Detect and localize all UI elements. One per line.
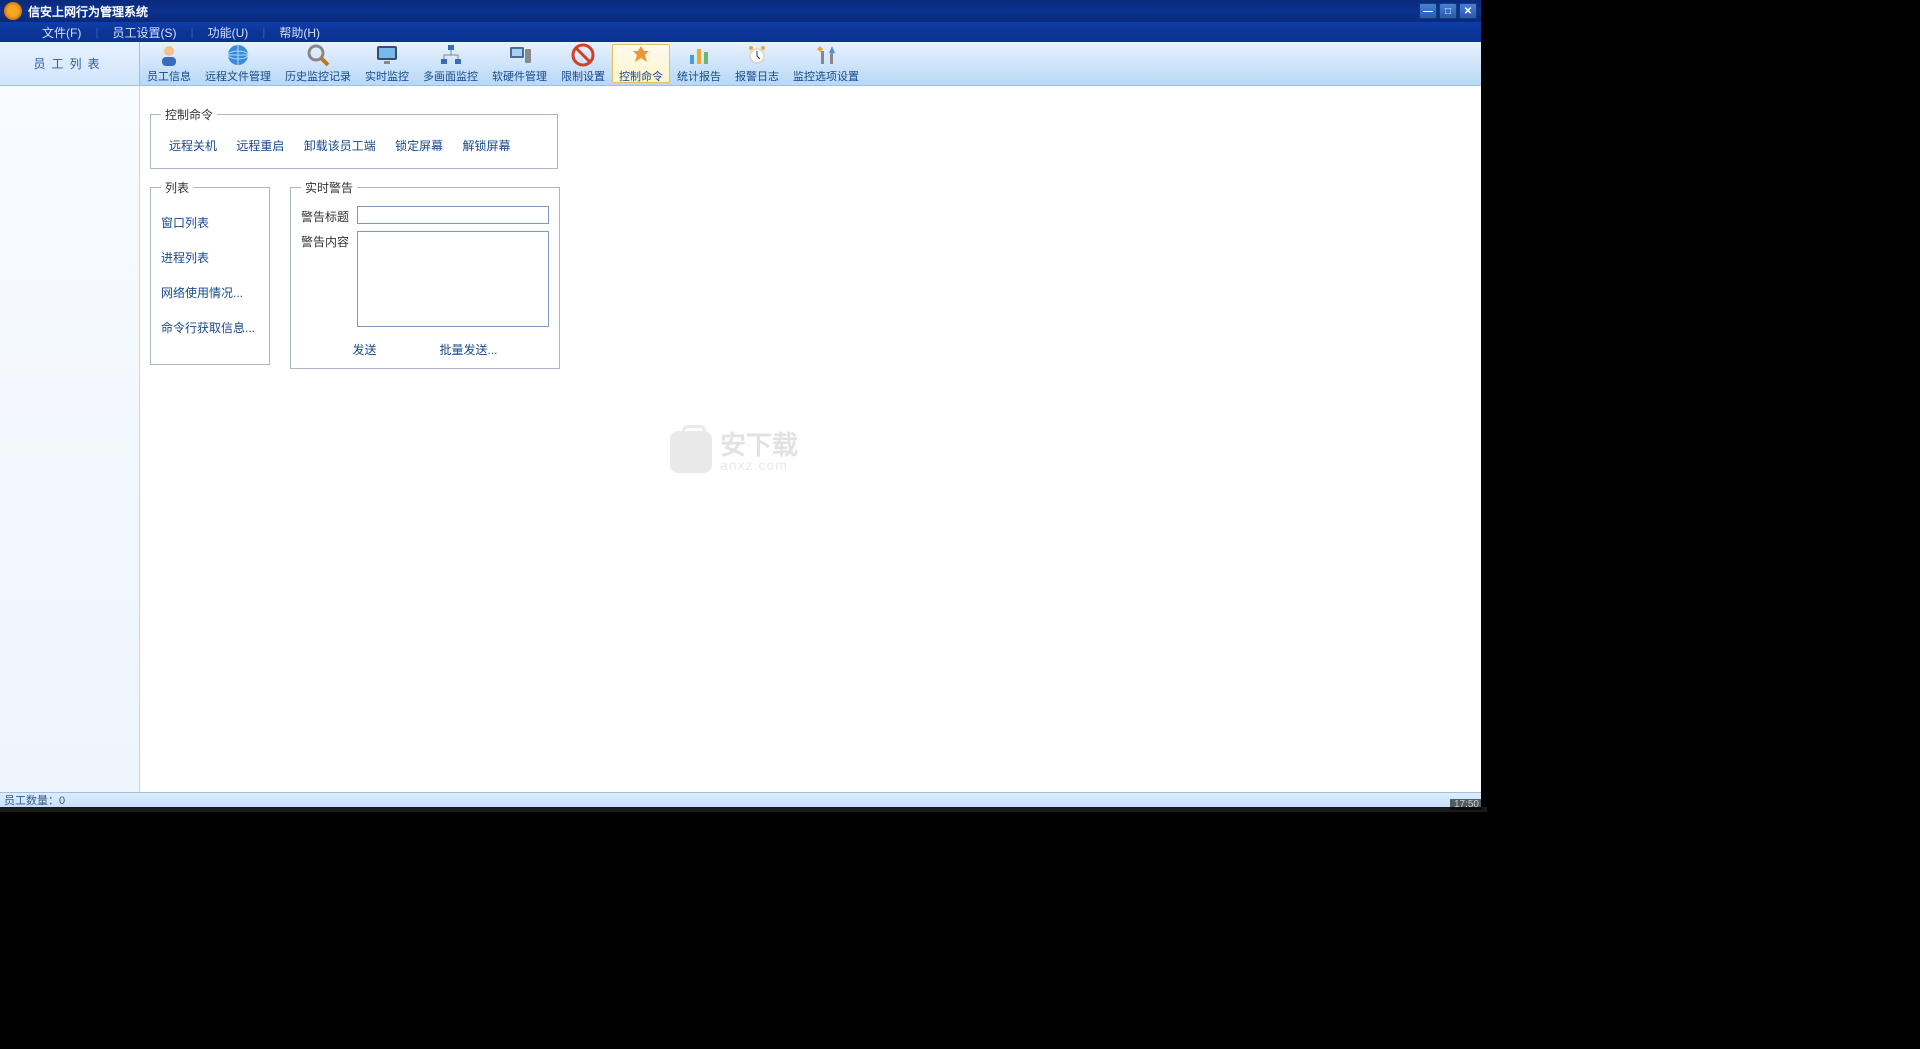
toolbar: 员工列表 员工信息 远程文件管理 历史监控记录 实时监控 多画面监控: [0, 42, 1481, 86]
minimize-button[interactable]: —: [1419, 3, 1437, 19]
tool-history[interactable]: 历史监控记录: [278, 44, 358, 83]
content-pane: 控制命令 远程关机 远程重启 卸载该员工端 锁定屏幕 解锁屏幕 列表 窗口列表 …: [140, 86, 1481, 792]
send-button[interactable]: 发送: [352, 341, 376, 358]
alert-content-textarea[interactable]: [357, 231, 549, 327]
tool-monitor-options[interactable]: 监控选项设置: [786, 44, 866, 83]
command-icon: [629, 43, 653, 67]
status-employee-count: 员工数量：0: [4, 792, 65, 808]
sidebar-tree[interactable]: [0, 86, 140, 792]
titlebar: 信安上网行为管理系统 — □ ✕: [0, 0, 1481, 22]
control-command-group: 控制命令 远程关机 远程重启 卸载该员工端 锁定屏幕 解锁屏幕: [150, 106, 558, 169]
link-window-list[interactable]: 窗口列表: [161, 214, 259, 231]
maximize-button[interactable]: □: [1439, 3, 1457, 19]
alert-legend: 实时警告: [301, 179, 357, 196]
monitor-icon: [375, 43, 399, 67]
watermark-icon: [670, 431, 712, 473]
tool-realtime-monitor[interactable]: 实时监控: [358, 44, 416, 83]
menu-employee-settings[interactable]: 员工设置(S): [108, 22, 180, 43]
tool-employee-info[interactable]: 员工信息: [140, 44, 198, 83]
main-window: 信安上网行为管理系统 — □ ✕ 文件(F) | 员工设置(S) | 功能(U)…: [0, 0, 1481, 807]
tool-stats-report[interactable]: 统计报告: [670, 44, 728, 83]
clock: 17:50: [1450, 799, 1483, 810]
tools-icon: [814, 43, 838, 67]
forbidden-icon: [571, 43, 595, 67]
toolbar-buttons: 员工信息 远程文件管理 历史监控记录 实时监控 多画面监控 软硬件管理: [140, 42, 866, 85]
link-cmdline-info[interactable]: 命令行获取信息...: [161, 319, 259, 336]
realtime-alert-group: 实时警告 警告标题 警告内容 发送 批量发送...: [290, 179, 560, 369]
tool-restrict-settings[interactable]: 限制设置: [554, 44, 612, 83]
person-icon: [157, 43, 181, 67]
tool-multi-screen[interactable]: 多画面监控: [416, 44, 485, 83]
alert-title-label: 警告标题: [301, 206, 357, 225]
list-group: 列表 窗口列表 进程列表 网络使用情况... 命令行获取信息...: [150, 179, 270, 365]
watermark: 安下载 anxz.com: [670, 431, 798, 473]
computer-icon: [508, 43, 532, 67]
list-legend: 列表: [161, 179, 193, 196]
window-title: 信安上网行为管理系统: [28, 3, 1419, 20]
batch-send-button[interactable]: 批量发送...: [439, 341, 497, 358]
app-logo-icon: [4, 2, 22, 20]
link-network-usage[interactable]: 网络使用情况...: [161, 284, 259, 301]
tool-hw-sw-manage[interactable]: 软硬件管理: [485, 44, 554, 83]
tool-remote-file[interactable]: 远程文件管理: [198, 44, 278, 83]
alarm-icon: [745, 43, 769, 67]
cmd-remote-shutdown[interactable]: 远程关机: [161, 133, 225, 158]
alert-title-input[interactable]: [357, 206, 549, 224]
chart-icon: [687, 43, 711, 67]
link-process-list[interactable]: 进程列表: [161, 249, 259, 266]
close-button[interactable]: ✕: [1459, 3, 1477, 19]
menubar: 文件(F) | 员工设置(S) | 功能(U) | 帮助(H): [0, 22, 1481, 42]
statusbar: 员工数量：0: [0, 792, 1481, 807]
cmd-unlock-screen[interactable]: 解锁屏幕: [454, 133, 518, 158]
tool-control-command[interactable]: 控制命令: [612, 44, 670, 83]
menu-file[interactable]: 文件(F): [38, 22, 85, 43]
cmd-lock-screen[interactable]: 锁定屏幕: [387, 133, 451, 158]
cmd-remote-restart[interactable]: 远程重启: [228, 133, 292, 158]
main-area: 控制命令 远程关机 远程重启 卸载该员工端 锁定屏幕 解锁屏幕 列表 窗口列表 …: [0, 86, 1481, 792]
cmd-uninstall-client[interactable]: 卸载该员工端: [296, 133, 384, 158]
network-icon: [439, 43, 463, 67]
os-taskbar: [0, 807, 1487, 812]
control-command-legend: 控制命令: [161, 106, 217, 123]
sidebar-header: 员工列表: [0, 42, 140, 85]
magnifier-icon: [306, 43, 330, 67]
tool-alarm-log[interactable]: 报警日志: [728, 44, 786, 83]
menu-function[interactable]: 功能(U): [204, 22, 253, 43]
alert-content-label: 警告内容: [301, 231, 357, 250]
globe-icon: [226, 43, 250, 67]
menu-help[interactable]: 帮助(H): [275, 22, 324, 43]
window-buttons: — □ ✕: [1419, 3, 1477, 19]
